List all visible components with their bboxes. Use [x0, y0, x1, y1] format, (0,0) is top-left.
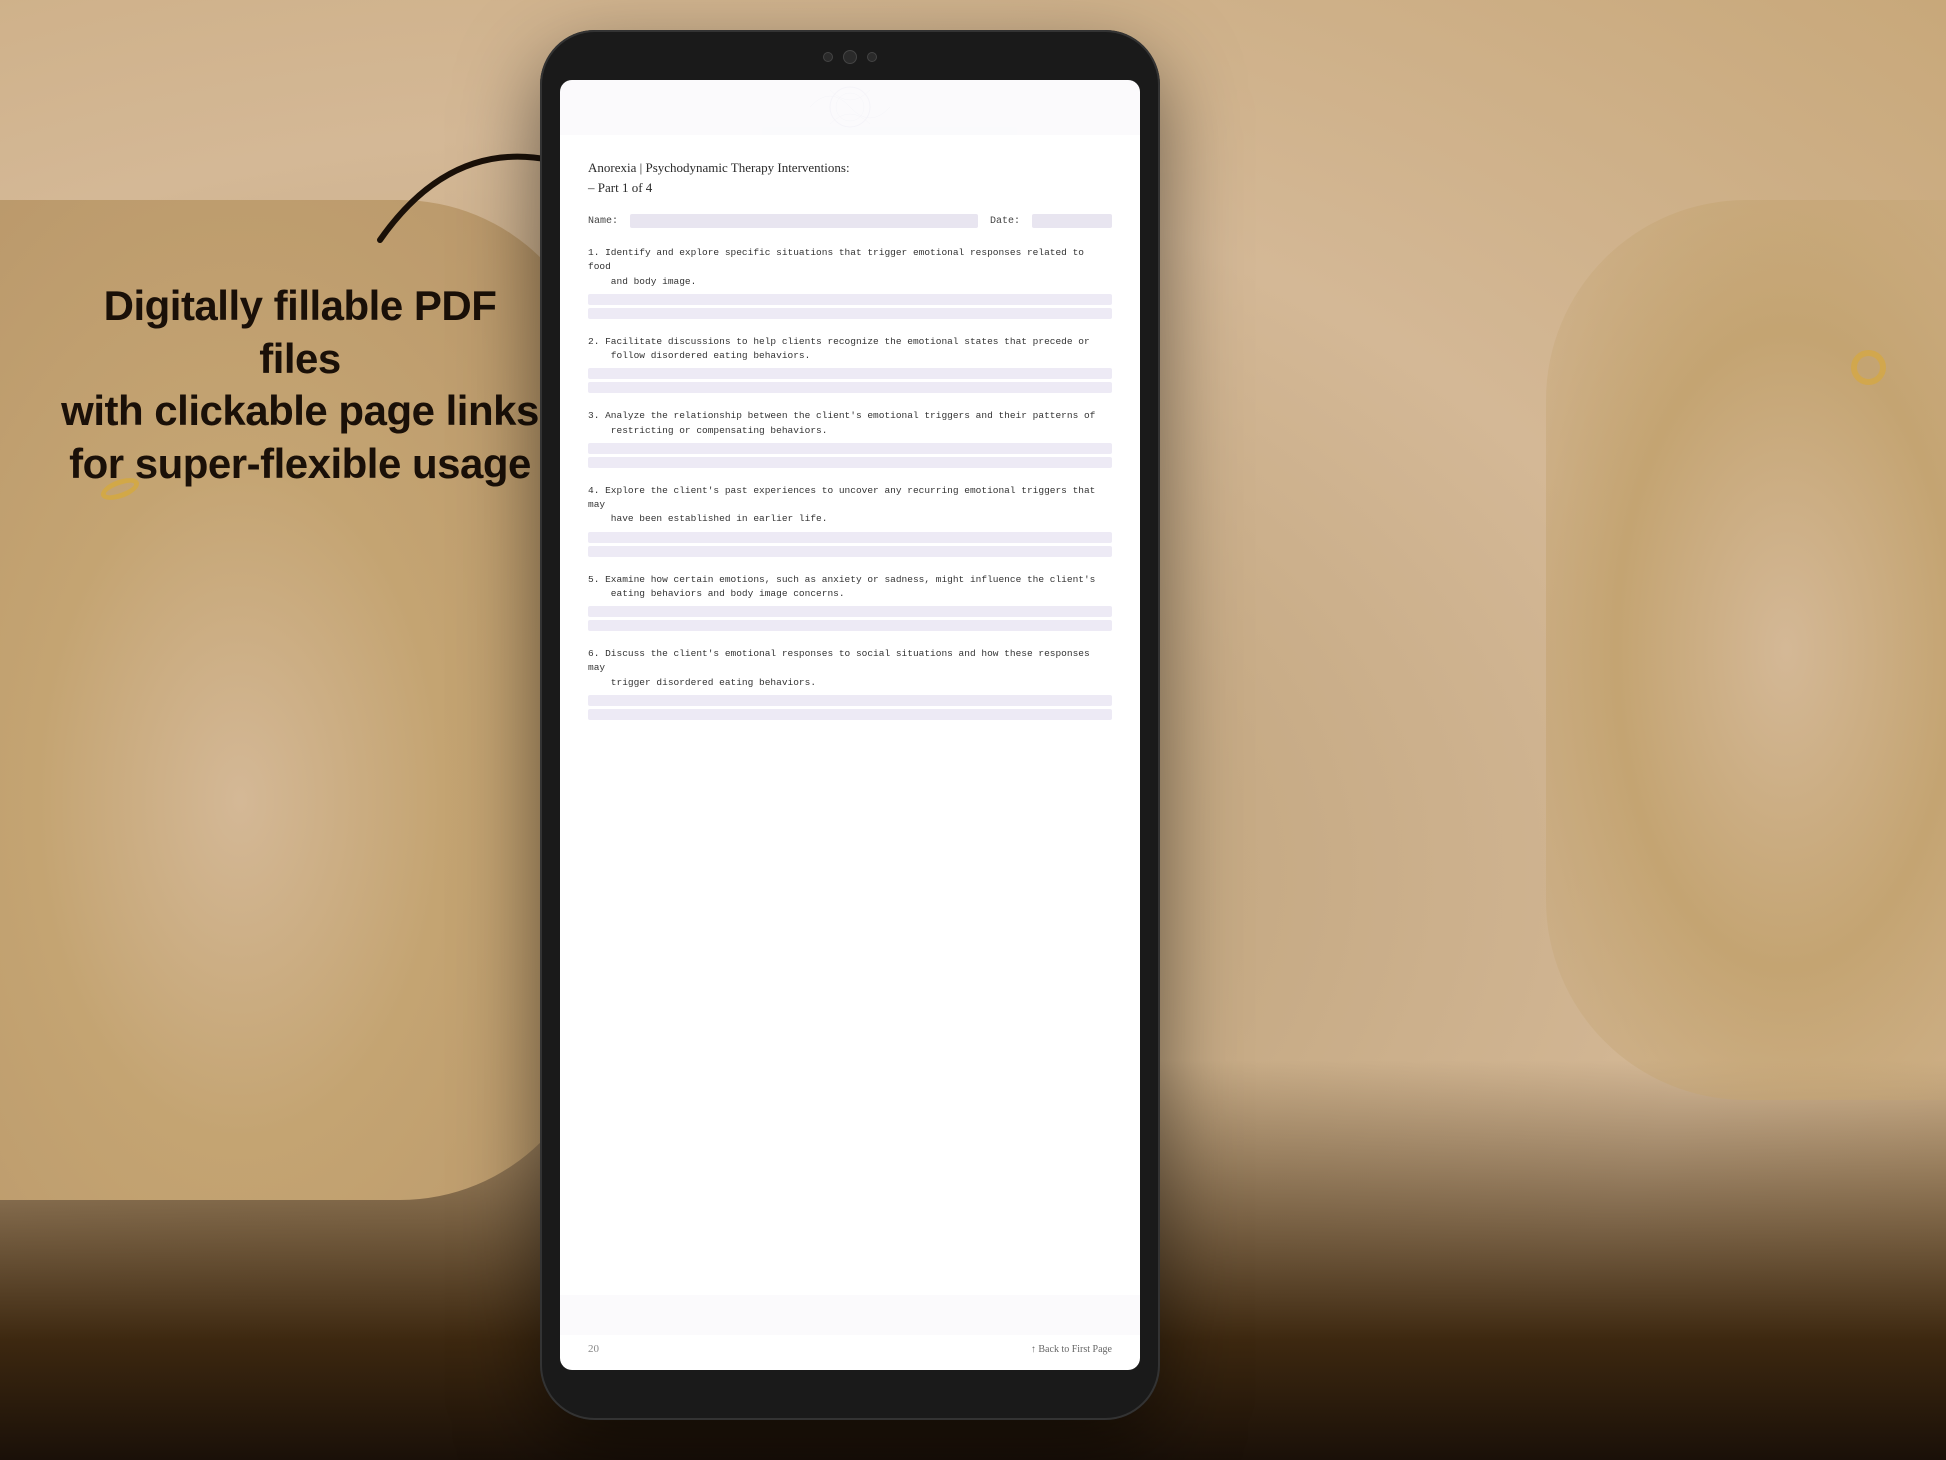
date-label: Date: [990, 216, 1020, 227]
doc-item-5: 5. Examine how certain emotions, such as… [588, 573, 1112, 632]
tablet-camera [800, 48, 900, 66]
doc-item-5-text: 5. Examine how certain emotions, such as… [588, 573, 1112, 602]
doc-item-1-line-1[interactable] [588, 294, 1112, 305]
doc-item-1-line-2[interactable] [588, 308, 1112, 319]
doc-item-4-text: 4. Explore the client's past experiences… [588, 484, 1112, 527]
doc-fields-row: Name: Date: [588, 214, 1112, 228]
doc-item-6: 6. Discuss the client's emotional respon… [588, 647, 1112, 720]
doc-item-4-line-1[interactable] [588, 532, 1112, 543]
doc-item-3-text: 3. Analyze the relationship between the … [588, 409, 1112, 438]
camera-dot-1 [823, 52, 833, 62]
right-hand-bg [1546, 200, 1946, 1100]
doc-title-section: Anorexia | Psychodynamic Therapy Interve… [588, 160, 1112, 196]
doc-item-2-line-2[interactable] [588, 382, 1112, 393]
doc-item-2-text: 2. Facilitate discussions to help client… [588, 335, 1112, 364]
doc-item-1: 1. Identify and explore specific situati… [588, 246, 1112, 319]
camera-dot-2 [867, 52, 877, 62]
date-input[interactable] [1032, 214, 1112, 228]
doc-subtitle: – Part 1 of 4 [588, 180, 1112, 196]
promo-text: Digitally fillable PDF files with clicka… [60, 280, 540, 490]
name-label: Name: [588, 216, 618, 227]
doc-item-6-line-2[interactable] [588, 709, 1112, 720]
doc-item-4: 4. Explore the client's past experiences… [588, 484, 1112, 557]
doc-item-6-line-1[interactable] [588, 695, 1112, 706]
doc-item-3: 3. Analyze the relationship between the … [588, 409, 1112, 468]
back-to-first-link[interactable]: ↑ Back to First Page [1031, 1344, 1112, 1355]
doc-title: Anorexia | Psychodynamic Therapy Interve… [588, 160, 1112, 176]
name-input[interactable] [630, 214, 978, 228]
doc-pattern-bottom [560, 1295, 1140, 1335]
doc-item-2: 2. Facilitate discussions to help client… [588, 335, 1112, 394]
ring-right [1851, 350, 1886, 385]
doc-item-4-line-2[interactable] [588, 546, 1112, 557]
doc-footer: 20 ↑ Back to First Page [588, 1343, 1112, 1355]
doc-item-2-line-1[interactable] [588, 368, 1112, 379]
tablet-screen: Anorexia | Psychodynamic Therapy Interve… [560, 80, 1140, 1370]
doc-item-6-text: 6. Discuss the client's emotional respon… [588, 647, 1112, 690]
doc-item-5-line-1[interactable] [588, 606, 1112, 617]
doc-item-5-line-2[interactable] [588, 620, 1112, 631]
page-number: 20 [588, 1343, 599, 1355]
doc-item-3-line-1[interactable] [588, 443, 1112, 454]
camera-lens [843, 50, 857, 64]
tablet-device: Anorexia | Psychodynamic Therapy Interve… [540, 30, 1160, 1420]
doc-item-3-line-2[interactable] [588, 457, 1112, 468]
document-content: Anorexia | Psychodynamic Therapy Interve… [560, 80, 1140, 1370]
doc-item-1-text: 1. Identify and explore specific situati… [588, 246, 1112, 289]
